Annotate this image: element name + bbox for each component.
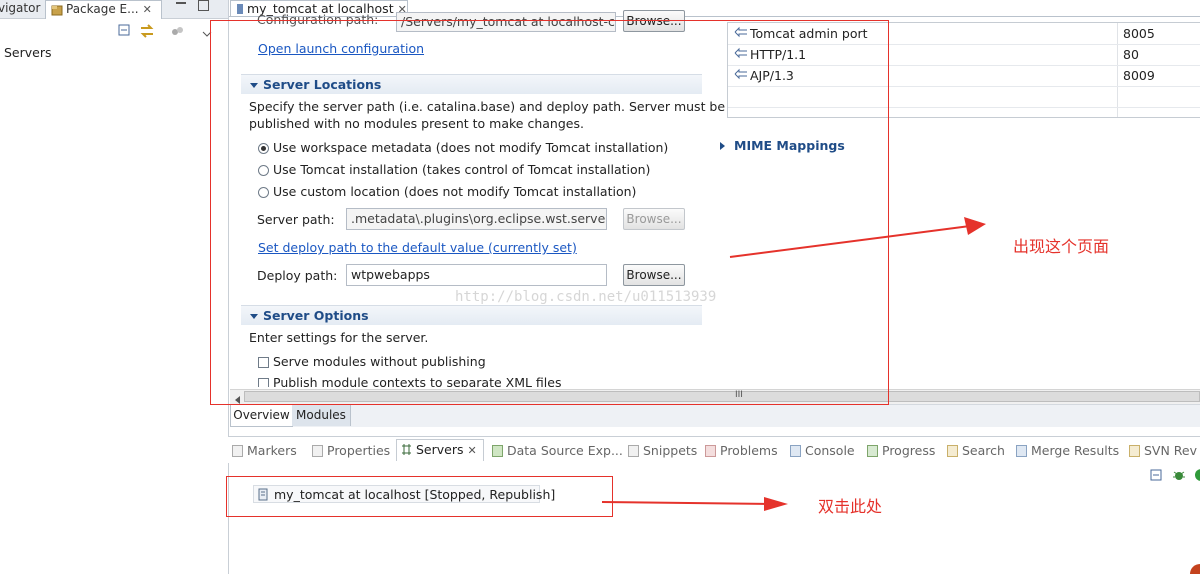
collapse-all-icon[interactable]	[118, 24, 132, 41]
svn-icon	[1129, 445, 1140, 457]
tab-modules[interactable]: Modules	[292, 405, 351, 426]
servers-icon	[401, 441, 412, 455]
tab-overview-label: Overview	[233, 408, 290, 422]
link-with-editor-icon[interactable]	[139, 23, 155, 42]
tab-navigator-label: vigator	[0, 1, 41, 15]
corner-badge-icon	[1182, 562, 1200, 577]
tab-package-explorer[interactable]: Package E... ✕	[45, 0, 162, 19]
data-source-icon	[492, 445, 503, 457]
tab-console[interactable]: Console	[790, 441, 855, 461]
tab-data-source-label: Data Source Exp...	[507, 443, 623, 458]
tab-problems-label: Problems	[720, 443, 778, 458]
port-number: 8005	[1123, 26, 1155, 41]
annotation-box-server-entry	[226, 476, 613, 517]
annotation-note-bottom: 双击此处	[818, 497, 883, 516]
problems-icon	[705, 445, 716, 457]
tab-servers[interactable]: Servers ✕	[396, 439, 484, 461]
collapse-icon[interactable]	[1150, 469, 1163, 485]
debug-icon[interactable]	[1172, 468, 1186, 485]
tab-navigator[interactable]: vigator	[0, 0, 42, 18]
editor-page-tabs: Overview Modules	[230, 404, 1200, 427]
tab-progress[interactable]: Progress	[867, 441, 935, 461]
view-menu-icon[interactable]	[171, 26, 185, 41]
package-icon	[51, 4, 63, 16]
port-number: 8009	[1123, 68, 1155, 83]
console-icon	[790, 445, 801, 457]
tab-console-label: Console	[805, 443, 855, 458]
port-number: 80	[1123, 47, 1139, 62]
close-icon[interactable]: ✕	[143, 3, 152, 16]
minimize-icon[interactable]	[176, 2, 186, 4]
server-icon	[237, 4, 243, 14]
tab-snippets[interactable]: Snippets	[628, 441, 697, 461]
tab-servers-label: Servers	[416, 442, 464, 457]
annotation-arrow-bottom	[601, 497, 788, 511]
left-tab-bar: vigator Package E... ✕	[0, 0, 228, 19]
tab-markers[interactable]: Markers	[232, 441, 297, 461]
tab-merge-results[interactable]: Merge Results	[1016, 441, 1119, 461]
tree-item-servers[interactable]: Servers	[4, 45, 52, 60]
merge-icon	[1016, 445, 1027, 457]
watermark: http://blog.csdn.net/u011513939	[455, 289, 717, 305]
search-icon	[947, 445, 958, 457]
tab-modules-label: Modules	[296, 408, 346, 422]
tab-problems[interactable]: Problems	[705, 441, 778, 461]
maximize-icon[interactable]	[198, 0, 209, 11]
tab-search[interactable]: Search	[947, 441, 1005, 461]
tab-data-source-explorer[interactable]: Data Source Exp...	[492, 441, 623, 461]
tab-overview[interactable]: Overview	[230, 405, 293, 427]
views-tab-bar: Markers Properties Servers ✕ Data Source …	[228, 436, 1200, 463]
start-server-icon[interactable]	[1194, 468, 1200, 485]
tab-progress-label: Progress	[882, 443, 936, 458]
tab-svn-rev-label: SVN Rev	[1144, 443, 1198, 458]
left-pane	[0, 0, 229, 574]
tab-search-label: Search	[962, 443, 1005, 458]
markers-icon	[232, 445, 243, 457]
tab-properties[interactable]: Properties	[312, 441, 390, 461]
tab-snippets-label: Snippets	[643, 443, 698, 458]
tab-svn-rev[interactable]: SVN Rev	[1129, 441, 1197, 461]
tab-properties-label: Properties	[327, 443, 391, 458]
close-icon[interactable]: ✕	[468, 444, 477, 457]
progress-icon	[867, 445, 878, 457]
annotation-note-top: 出现这个页面	[1013, 237, 1110, 256]
tab-markers-label: Markers	[247, 443, 297, 458]
snippets-icon	[628, 445, 639, 457]
tab-merge-results-label: Merge Results	[1031, 443, 1120, 458]
properties-icon	[312, 445, 323, 457]
tab-package-explorer-label: Package E...	[66, 2, 139, 16]
annotation-arrow-top	[729, 217, 986, 258]
